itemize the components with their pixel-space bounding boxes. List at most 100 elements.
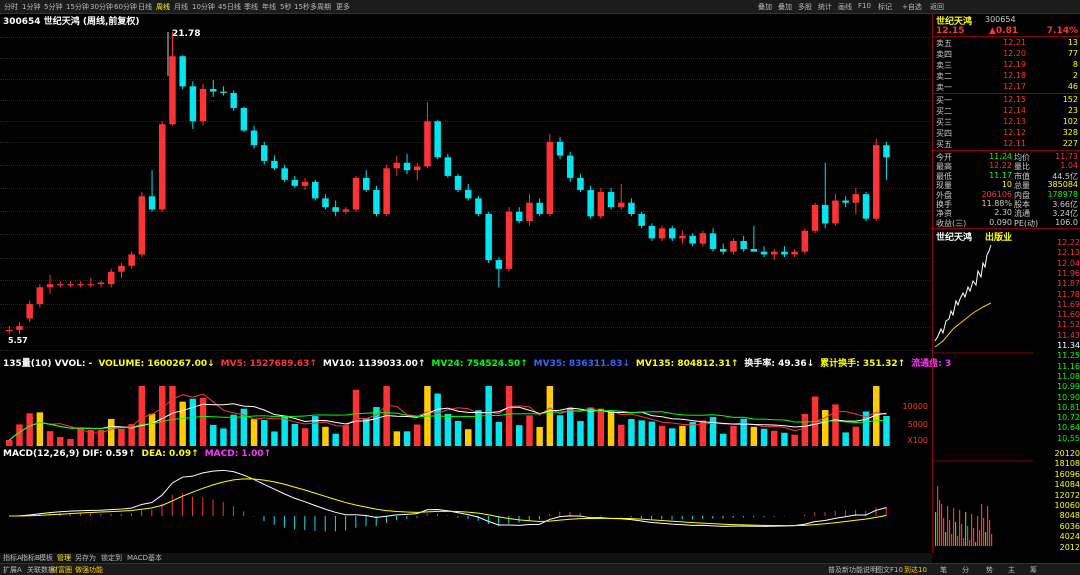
indicator-tab-2[interactable]: 模板 xyxy=(39,553,53,563)
period-15[interactable]: 多周期 xyxy=(310,2,331,12)
bid-price: 12.12 xyxy=(1003,128,1026,137)
candle-body xyxy=(434,121,441,158)
volume-chart[interactable] xyxy=(0,368,900,448)
candle-body xyxy=(332,207,339,212)
indicator-tab-4[interactable]: 另存为 xyxy=(75,553,96,563)
candle-body xyxy=(669,228,676,239)
candle-body xyxy=(750,248,758,252)
indicator-tab-1[interactable]: 指标B xyxy=(21,553,40,563)
stat-value: 1.04 xyxy=(1060,161,1078,171)
bottom-status-bar: 扩展A 关联数据 财富圈 做强功能 普及新功能说明 图文F10 到达10 笔分势主筹 xyxy=(0,563,1080,575)
indicator-tab-5[interactable]: 锁定到 xyxy=(101,553,122,563)
ask-volume: 2 xyxy=(1072,71,1078,80)
price-change: ▲0.81 xyxy=(989,26,1019,36)
intraday-mini-chart[interactable] xyxy=(933,241,1033,551)
toolbar-action-6[interactable]: 标记 xyxy=(878,2,892,12)
indicator-tab-6[interactable]: MACD基本 xyxy=(127,553,162,563)
volume-bar xyxy=(771,430,778,446)
volume-bar xyxy=(118,428,125,446)
candle-body xyxy=(36,287,44,305)
volume-bar xyxy=(730,426,737,446)
period-4[interactable]: 30分钟 xyxy=(90,2,113,12)
stat-value: 206106 xyxy=(981,189,1012,199)
ask-label: 卖二 xyxy=(936,72,952,81)
toolbar-action-1[interactable]: 叠加 xyxy=(778,2,792,12)
mini-volume-tick: 4024 xyxy=(1059,532,1080,542)
toolbar-action-0[interactable]: 叠加 xyxy=(758,2,772,12)
candlestick-chart[interactable] xyxy=(0,26,900,352)
period-2[interactable]: 5分钟 xyxy=(44,2,62,12)
intraday-volume-bar xyxy=(963,538,965,546)
period-9[interactable]: 10分钟 xyxy=(192,2,215,12)
period-8[interactable]: 月线 xyxy=(174,2,188,12)
candle-body xyxy=(516,211,523,222)
candle-body xyxy=(648,225,656,239)
intraday-price-line xyxy=(934,244,992,342)
candle-body xyxy=(720,248,727,252)
period-5[interactable]: 60分钟 xyxy=(114,2,137,12)
volume-bar xyxy=(434,393,441,446)
mini-price-tick: 10.72 xyxy=(1057,413,1080,423)
mini-price-tick: 11.69 xyxy=(1057,299,1080,309)
ask-price: 12.19 xyxy=(1003,60,1026,69)
period-14[interactable]: 15秒 xyxy=(294,2,310,12)
volume-bar xyxy=(230,414,237,446)
period-7[interactable]: 周线 xyxy=(156,2,170,12)
mini-price-tick: 12.04 xyxy=(1057,258,1080,268)
candle-body xyxy=(658,228,666,239)
candle-body xyxy=(250,130,258,146)
macd-chart[interactable] xyxy=(0,460,900,542)
candle-body xyxy=(281,168,288,180)
toolbar-action-8[interactable]: 返回 xyxy=(930,2,944,12)
candle-body xyxy=(822,204,829,224)
volume-bar xyxy=(618,424,625,446)
period-13[interactable]: 5秒 xyxy=(280,2,291,12)
candle-body xyxy=(128,254,135,266)
toolbar-action-5[interactable]: F10 xyxy=(858,2,871,10)
period-12[interactable]: 年线 xyxy=(262,2,276,12)
period-16[interactable]: 更多 xyxy=(336,2,350,12)
toolbar-action-2[interactable]: 多股 xyxy=(798,2,812,12)
mini-price-tick: 10.99 xyxy=(1057,382,1080,392)
bid-price: 12.14 xyxy=(1003,106,1026,115)
ask-row: 卖五 12.21 13 xyxy=(936,38,1078,49)
stat-value: 12.22 xyxy=(989,161,1012,171)
intraday-volume-bar xyxy=(957,536,959,546)
mini-volume-tick: 2012 xyxy=(1059,542,1080,552)
period-toolbar: 分时 1分钟 5分钟 15分钟 30分钟 60分钟 日线 周线 月线 10分钟 45日线 季线 年线 5秒… xyxy=(0,0,1080,14)
macd-dif-line xyxy=(8,469,887,527)
intraday-volume-bar xyxy=(983,518,985,546)
mini-price-tick: 10.90 xyxy=(1057,392,1080,402)
toolbar-action-3[interactable]: 统计 xyxy=(818,2,832,12)
volume-bar xyxy=(67,439,74,446)
period-10[interactable]: 45日线 xyxy=(218,2,241,12)
toolbar-action-4[interactable]: 画线 xyxy=(838,2,852,12)
candle-body xyxy=(475,198,482,214)
intraday-volume-bar xyxy=(987,506,989,546)
bid-row: 买三 12.13 102 xyxy=(936,117,1078,128)
indicator-tab-3[interactable]: 管理 xyxy=(57,553,71,563)
intraday-volume-bar xyxy=(941,504,943,546)
period-1[interactable]: 1分钟 xyxy=(22,2,40,12)
stat-value: 11.24 xyxy=(989,152,1012,161)
candle-body xyxy=(291,179,299,186)
stat-value: 178978 xyxy=(1047,189,1078,199)
candle-body xyxy=(505,211,513,269)
ask-price: 12.18 xyxy=(1003,71,1026,80)
intraday-volume-bar xyxy=(959,510,961,546)
quote-panel: 世纪天鸿 300654 12.15 ▲0.81 7.14% 卖五 12.21 13 卖… xyxy=(932,13,1080,553)
period-3[interactable]: 15分钟 xyxy=(66,2,89,12)
indicator-tab-0[interactable]: 指标A xyxy=(3,553,22,563)
period-6[interactable]: 日线 xyxy=(138,2,152,12)
candle-body xyxy=(638,213,645,226)
volume-bar xyxy=(403,431,411,446)
ask-price: 12.17 xyxy=(1003,82,1026,91)
candle-body xyxy=(261,145,268,161)
volume-bar xyxy=(291,423,299,446)
intraday-volume-bar xyxy=(945,532,947,546)
ask-volume: 13 xyxy=(1067,38,1078,47)
period-11[interactable]: 季线 xyxy=(244,2,258,12)
period-0[interactable]: 分时 xyxy=(4,2,18,12)
volume-bar xyxy=(16,424,23,446)
toolbar-action-7[interactable]: +自选 xyxy=(902,2,922,12)
